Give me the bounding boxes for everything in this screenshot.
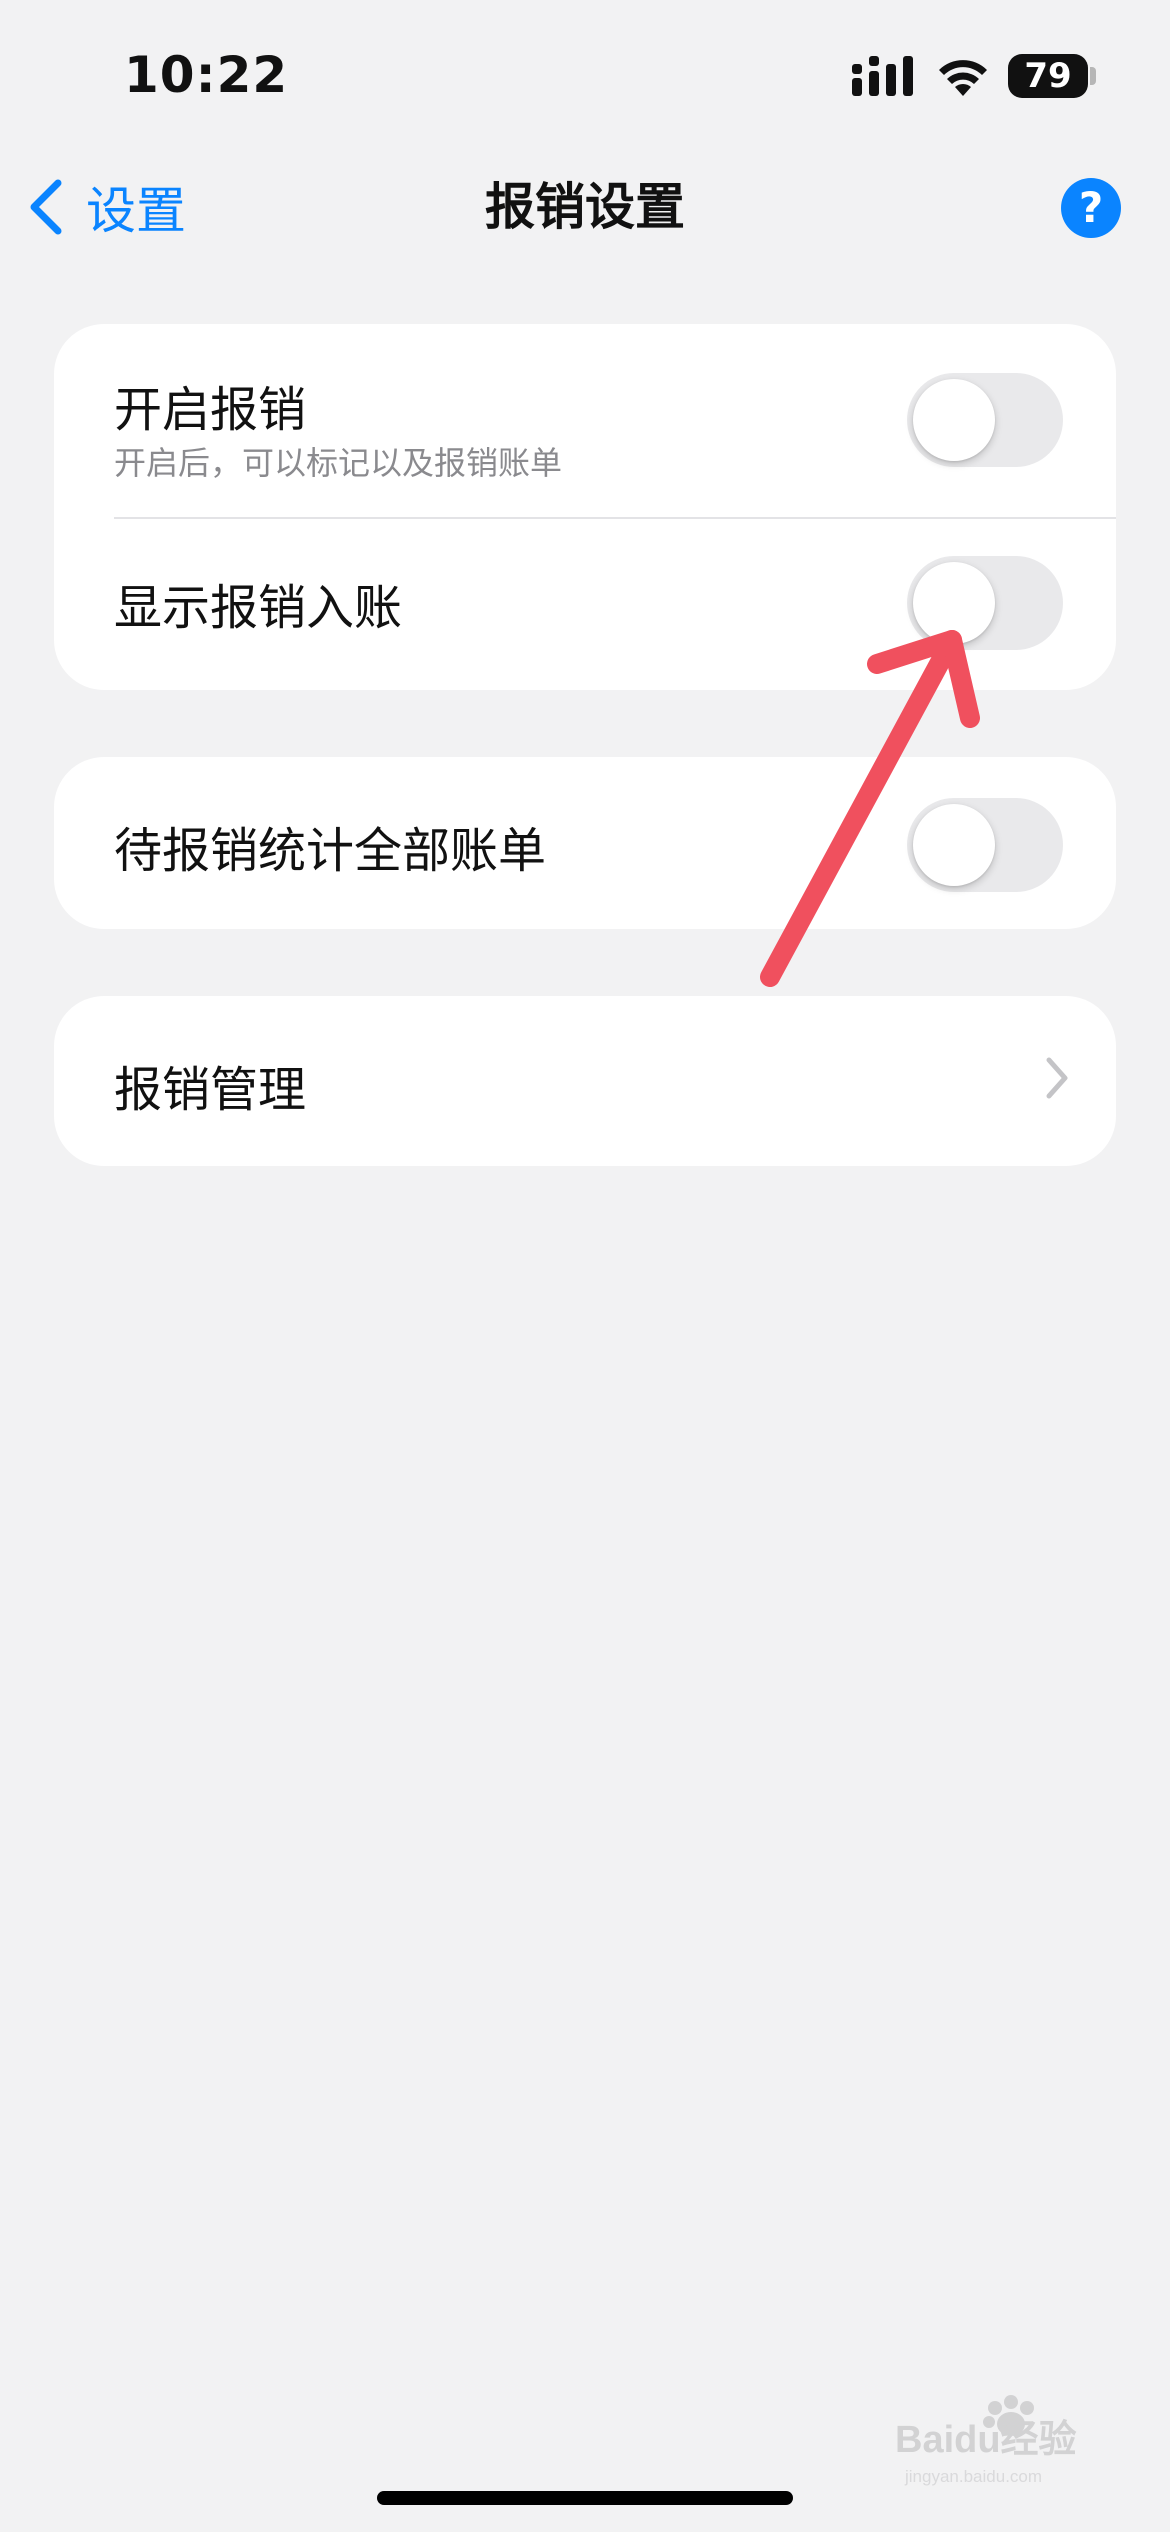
- chevron-right-icon: [1046, 1057, 1068, 1099]
- row-label: 显示报销入账: [114, 580, 403, 636]
- settings-card-reimbursement: 开启报销 开启后，可以标记以及报销账单 显示报销入账: [54, 324, 1116, 690]
- settings-row-pending-stats-all-bills: 待报销统计全部账单: [54, 757, 1116, 929]
- home-indicator[interactable]: [377, 2491, 793, 2505]
- row-label: 开启报销: [114, 382, 307, 438]
- page-title: 报销设置: [485, 178, 685, 236]
- watermark-text: Baidu经验: [895, 2419, 1077, 2461]
- cellular-signal-icon: [852, 56, 913, 96]
- settings-row-show-reimbursement-income: 显示报销入账: [54, 518, 1116, 690]
- pending-stats-all-bills-toggle[interactable]: [907, 798, 1063, 892]
- row-subtitle: 开启后，可以标记以及报销账单: [114, 444, 563, 482]
- battery-cap: [1090, 67, 1096, 85]
- show-reimbursement-income-toggle[interactable]: [907, 556, 1063, 650]
- enable-reimbursement-toggle[interactable]: [907, 373, 1063, 467]
- settings-card-pending-stats: 待报销统计全部账单: [54, 757, 1116, 929]
- help-button[interactable]: ?: [1061, 178, 1121, 238]
- row-label: 报销管理: [114, 1062, 307, 1118]
- battery-indicator: 79: [1008, 54, 1088, 98]
- row-label: 待报销统计全部账单: [114, 823, 547, 879]
- status-time: 10:22: [124, 46, 289, 104]
- watermark-subtext: jingyan.baidu.com: [904, 2467, 1042, 2486]
- baidu-jingyan-watermark: Baidu经验 jingyan.baidu.com: [895, 2395, 1077, 2486]
- toggle-knob: [913, 379, 995, 461]
- settings-row-reimbursement-management[interactable]: 报销管理: [54, 996, 1116, 1166]
- wifi-icon: [939, 60, 987, 96]
- settings-card-management: 报销管理: [54, 996, 1116, 1166]
- toggle-knob: [913, 804, 995, 886]
- battery-level: 79: [1024, 56, 1072, 96]
- settings-row-enable-reimbursement: 开启报销 开启后，可以标记以及报销账单: [54, 324, 1116, 518]
- toggle-knob: [913, 562, 995, 644]
